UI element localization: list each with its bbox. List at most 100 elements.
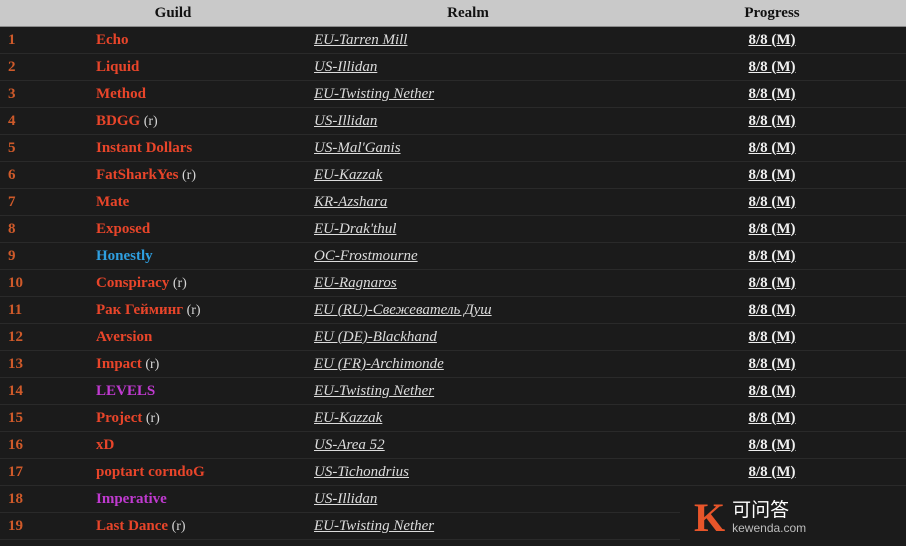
- cell-progress[interactable]: 8/8 (M): [638, 161, 906, 189]
- cell-realm[interactable]: EU (DE)-Blackhand: [298, 323, 638, 351]
- cell-progress[interactable]: 8/8 (M): [638, 350, 906, 378]
- cell-realm[interactable]: EU-Kazzak: [298, 404, 638, 432]
- cell-guild[interactable]: Conspiracy (r): [48, 269, 298, 297]
- guild-name[interactable]: Method: [96, 86, 146, 102]
- cell-progress[interactable]: 8/8 (M): [638, 296, 906, 324]
- cell-realm[interactable]: OC-Frostmourne: [298, 242, 638, 270]
- cell-rank: 7: [0, 188, 48, 216]
- guild-name[interactable]: Imperative: [96, 491, 167, 507]
- guild-name[interactable]: Honestly: [96, 248, 153, 264]
- cell-guild[interactable]: Exposed: [48, 215, 298, 243]
- cell-realm[interactable]: EU-Twisting Nether: [298, 80, 638, 108]
- cell-guild[interactable]: Mate: [48, 188, 298, 216]
- cell-realm[interactable]: EU-Ragnaros: [298, 269, 638, 297]
- cell-realm[interactable]: US-Area 52: [298, 431, 638, 459]
- cell-progress[interactable]: 8/8 (M): [638, 269, 906, 297]
- cell-guild[interactable]: Project (r): [48, 404, 298, 432]
- cell-guild[interactable]: Aversion: [48, 323, 298, 351]
- guild-tag: (r): [169, 275, 187, 291]
- cell-rank: 11: [0, 296, 48, 324]
- watermark-logo: K: [694, 495, 725, 540]
- guild-name[interactable]: Instant Dollars: [96, 140, 192, 156]
- cell-realm[interactable]: EU (FR)-Archimonde: [298, 350, 638, 378]
- guild-name[interactable]: Last Dance: [96, 518, 168, 534]
- cell-realm[interactable]: US-Illidan: [298, 53, 638, 81]
- column-header-progress[interactable]: Progress: [638, 0, 906, 27]
- cell-guild[interactable]: Impact (r): [48, 350, 298, 378]
- cell-progress[interactable]: 8/8 (M): [638, 26, 906, 54]
- cell-progress[interactable]: 8/8 (M): [638, 53, 906, 81]
- cell-progress[interactable]: 8/8 (M): [638, 134, 906, 162]
- cell-realm[interactable]: EU-Tarren Mill: [298, 26, 638, 54]
- guild-name[interactable]: poptart corndoG: [96, 464, 205, 480]
- cell-guild[interactable]: S a n c t u m (r): [48, 539, 298, 546]
- cell-guild[interactable]: Method: [48, 80, 298, 108]
- cell-progress[interactable]: 8/8 (M): [638, 215, 906, 243]
- watermark: K 可问答 kewenda.com: [680, 490, 906, 546]
- cell-progress[interactable]: 8/8 (M): [638, 80, 906, 108]
- guild-name[interactable]: BDGG: [96, 113, 140, 129]
- cell-progress[interactable]: 8/8 (M): [638, 458, 906, 486]
- table-row: 1 Echo EU-Tarren Mill 8/8 (M): [0, 26, 906, 54]
- cell-progress[interactable]: 8/8 (M): [638, 242, 906, 270]
- table-row: 11 Рак Гейминг (r) EU (RU)-Свежеватель Душ…: [0, 296, 906, 324]
- guild-tag: (r): [178, 167, 197, 183]
- watermark-url: kewenda.com: [732, 521, 807, 536]
- cell-realm[interactable]: US-Tichondrius: [298, 458, 638, 486]
- cell-guild[interactable]: Liquid: [48, 53, 298, 81]
- table-row: 2 Liquid US-Illidan 8/8 (M): [0, 53, 906, 81]
- guild-name[interactable]: xD: [96, 437, 114, 453]
- cell-guild[interactable]: xD: [48, 431, 298, 459]
- cell-guild[interactable]: Instant Dollars: [48, 134, 298, 162]
- cell-realm[interactable]: EU-Kazzak: [298, 161, 638, 189]
- cell-realm[interactable]: EU (RU)-Свежеватель Душ: [298, 296, 638, 324]
- guild-name[interactable]: Project: [96, 410, 142, 426]
- cell-guild[interactable]: Honestly: [48, 242, 298, 270]
- cell-rank: 14: [0, 377, 48, 405]
- cell-rank: 12: [0, 323, 48, 351]
- cell-progress[interactable]: 8/8 (M): [638, 377, 906, 405]
- guild-name[interactable]: Conspiracy: [96, 275, 169, 291]
- cell-progress[interactable]: 8/8 (M): [638, 323, 906, 351]
- cell-realm[interactable]: US-Illidan: [298, 107, 638, 135]
- cell-guild[interactable]: BDGG (r): [48, 107, 298, 135]
- table-body: 1 Echo EU-Tarren Mill 8/8 (M) 2 Liquid US-Illi…: [0, 26, 906, 546]
- guild-name[interactable]: Рак Гейминг: [96, 302, 183, 318]
- cell-progress[interactable]: 8/8 (M): [638, 404, 906, 432]
- cell-progress[interactable]: 8/8 (M): [638, 431, 906, 459]
- cell-rank: 3: [0, 80, 48, 108]
- cell-guild[interactable]: Last Dance (r): [48, 512, 298, 540]
- guild-name[interactable]: Exposed: [96, 221, 150, 237]
- guild-name[interactable]: Aversion: [96, 329, 152, 345]
- cell-guild[interactable]: Echo: [48, 26, 298, 54]
- guild-name[interactable]: Liquid: [96, 59, 139, 75]
- cell-realm[interactable]: US-Mal'Ganis: [298, 134, 638, 162]
- column-header-rank[interactable]: [0, 0, 48, 27]
- cell-realm[interactable]: EU-Kazzak: [298, 539, 638, 546]
- column-header-guild[interactable]: Guild: [48, 0, 298, 27]
- cell-progress[interactable]: 8/8 (M): [638, 188, 906, 216]
- guild-name[interactable]: Impact: [96, 356, 142, 372]
- cell-realm[interactable]: EU-Drak'thul: [298, 215, 638, 243]
- cell-realm[interactable]: KR-Azshara: [298, 188, 638, 216]
- guild-name[interactable]: FatSharkYes: [96, 167, 179, 183]
- guild-name[interactable]: Echo: [96, 32, 129, 48]
- table-row: 4 BDGG (r) US-Illidan 8/8 (M): [0, 107, 906, 135]
- watermark-title: 可问答: [732, 500, 790, 522]
- cell-guild[interactable]: LEVELS: [48, 377, 298, 405]
- table-row: 15 Project (r) EU-Kazzak 8/8 (M): [0, 404, 906, 432]
- cell-guild[interactable]: poptart corndoG: [48, 458, 298, 486]
- cell-guild[interactable]: Imperative: [48, 485, 298, 513]
- column-header-realm[interactable]: Realm: [298, 0, 638, 27]
- cell-realm[interactable]: EU-Twisting Nether: [298, 512, 638, 540]
- cell-realm[interactable]: EU-Twisting Nether: [298, 377, 638, 405]
- cell-realm[interactable]: US-Illidan: [298, 485, 638, 513]
- cell-rank: 20: [0, 539, 48, 546]
- watermark-text: 可问答 kewenda.com: [732, 500, 806, 536]
- table-row: 12 Aversion EU (DE)-Blackhand 8/8 (M): [0, 323, 906, 351]
- cell-guild[interactable]: FatSharkYes (r): [48, 161, 298, 189]
- guild-name[interactable]: LEVELS: [96, 383, 155, 399]
- guild-name[interactable]: Mate: [96, 194, 129, 210]
- cell-progress[interactable]: 8/8 (M): [638, 107, 906, 135]
- cell-guild[interactable]: Рак Гейминг (r): [48, 296, 298, 324]
